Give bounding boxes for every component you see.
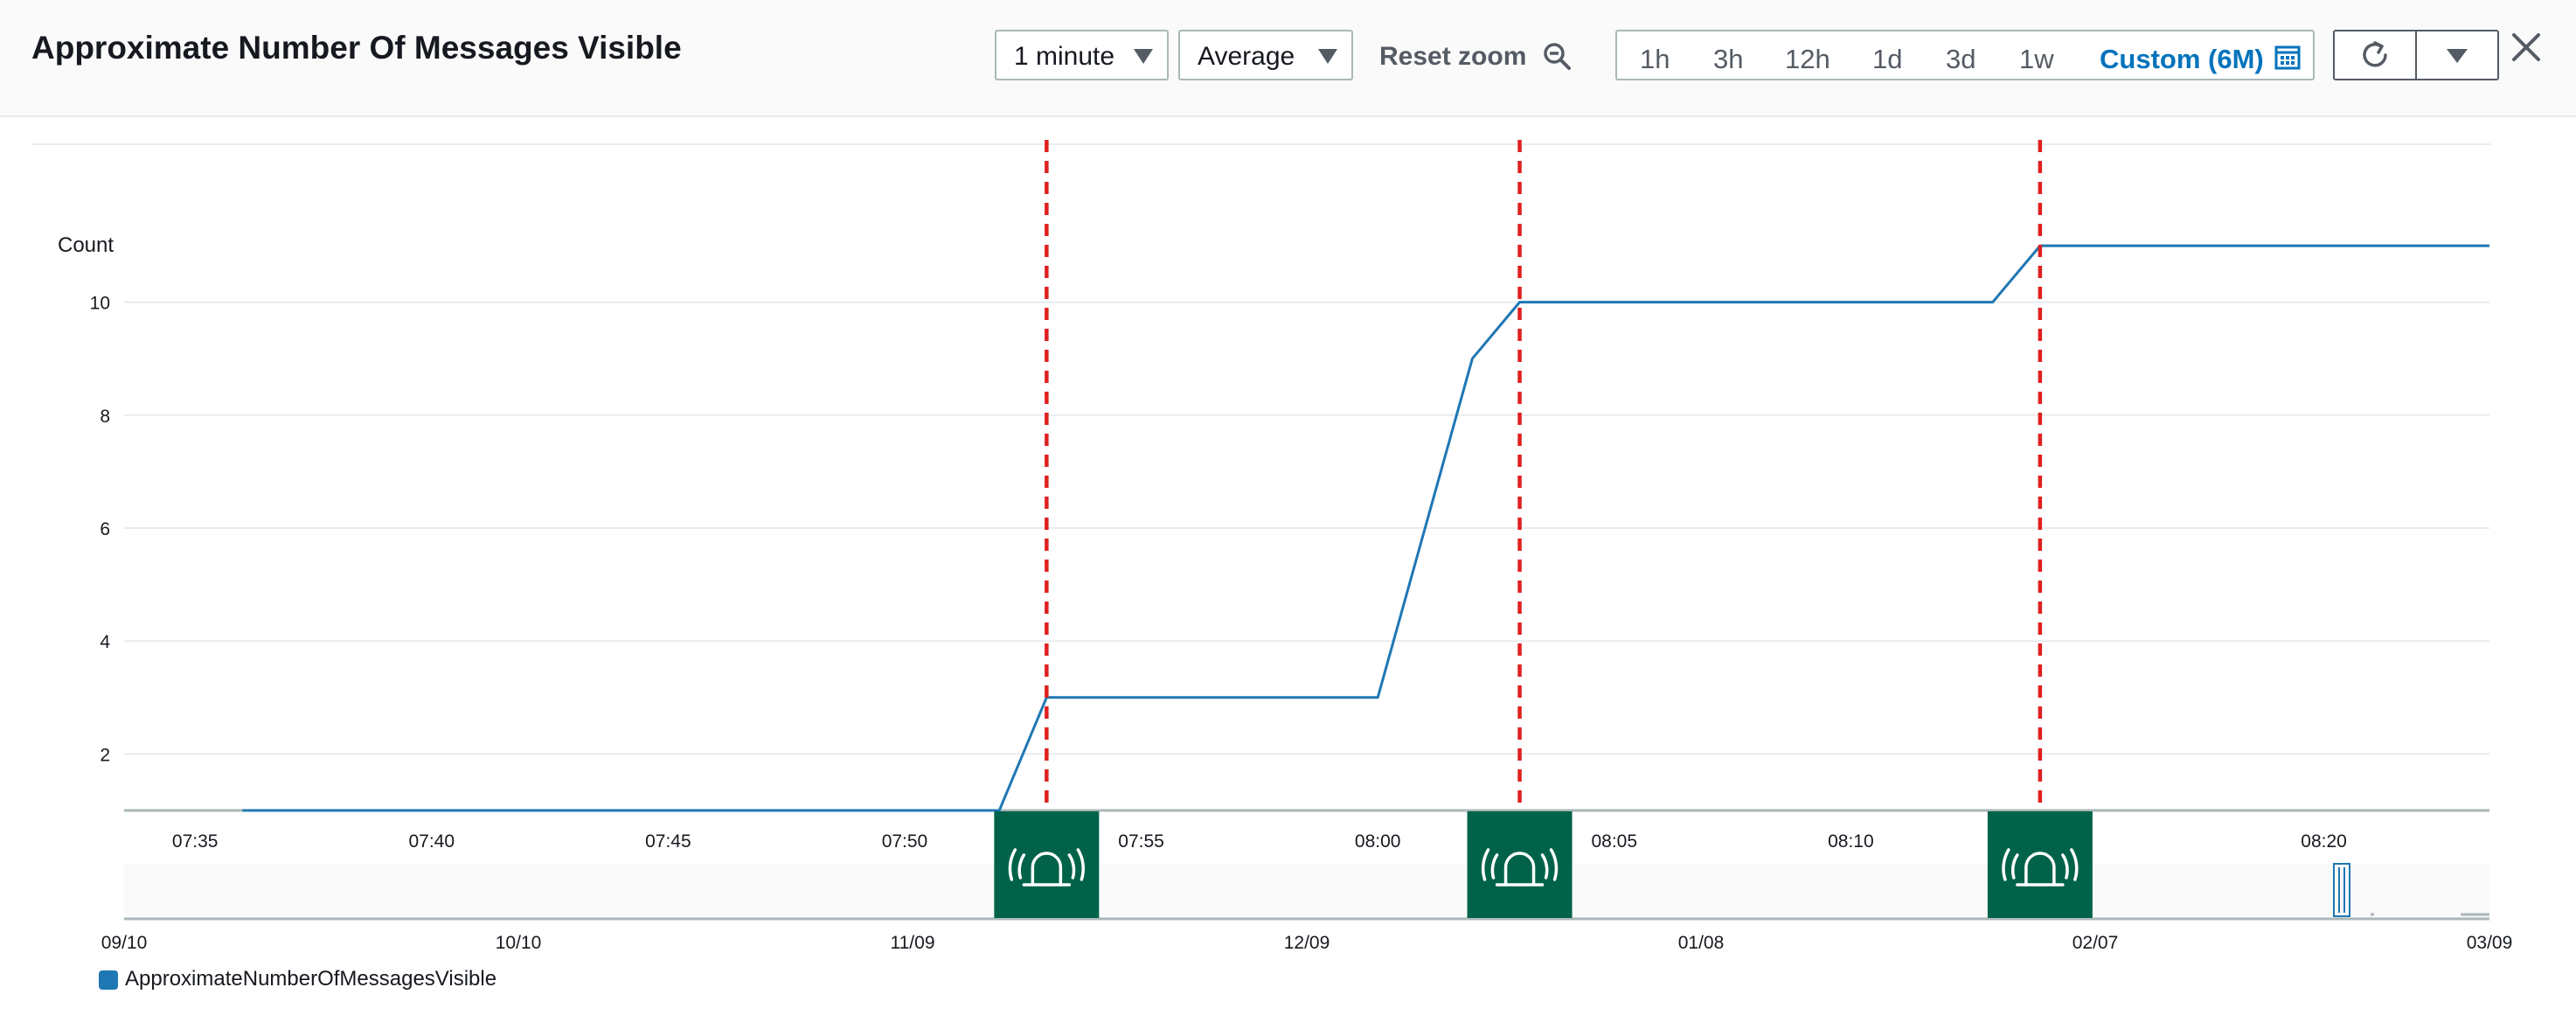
x-tick-label: 07:35 xyxy=(172,831,219,852)
x-tick-label: 08:05 xyxy=(1591,831,1637,852)
overview-tick-label: 10/10 xyxy=(496,933,542,953)
overview-tick-label: 11/09 xyxy=(891,933,935,953)
x-tick-label: 07:40 xyxy=(408,831,455,852)
line-chart[interactable]: Count 2 4 6 8 10 07:35 07:40 07:45 07:50 07:55 08:0… xyxy=(0,0,2576,1036)
x-tick-label: 07:50 xyxy=(882,831,928,852)
overview-band xyxy=(124,864,2489,919)
x-tick-label: 08:10 xyxy=(1828,831,1874,852)
x-tick-label: 08:20 xyxy=(2301,831,2347,852)
legend-swatch xyxy=(99,970,118,990)
y-tick-label: 4 xyxy=(100,632,110,652)
overview-tick-label: 09/10 xyxy=(101,933,148,953)
overview-tick-label: 02/07 xyxy=(2073,933,2119,953)
overview-tick-label: 01/08 xyxy=(1678,933,1725,953)
overview-tick-label: 12/09 xyxy=(1284,933,1330,953)
legend-label: ApproximateNumberOfMessagesVisible xyxy=(125,967,497,991)
y-tick-label: 6 xyxy=(100,519,110,539)
y-tick-label: 2 xyxy=(100,745,110,765)
y-axis-label: Count xyxy=(58,233,114,257)
x-tick-label: 07:55 xyxy=(1118,831,1164,852)
y-tick-label: 8 xyxy=(100,407,110,427)
overview-tick-label: 03/09 xyxy=(2467,933,2513,953)
x-tick-label: 07:45 xyxy=(645,831,691,852)
y-tick-label: 10 xyxy=(90,294,110,314)
x-tick-label: 08:00 xyxy=(1355,831,1401,852)
